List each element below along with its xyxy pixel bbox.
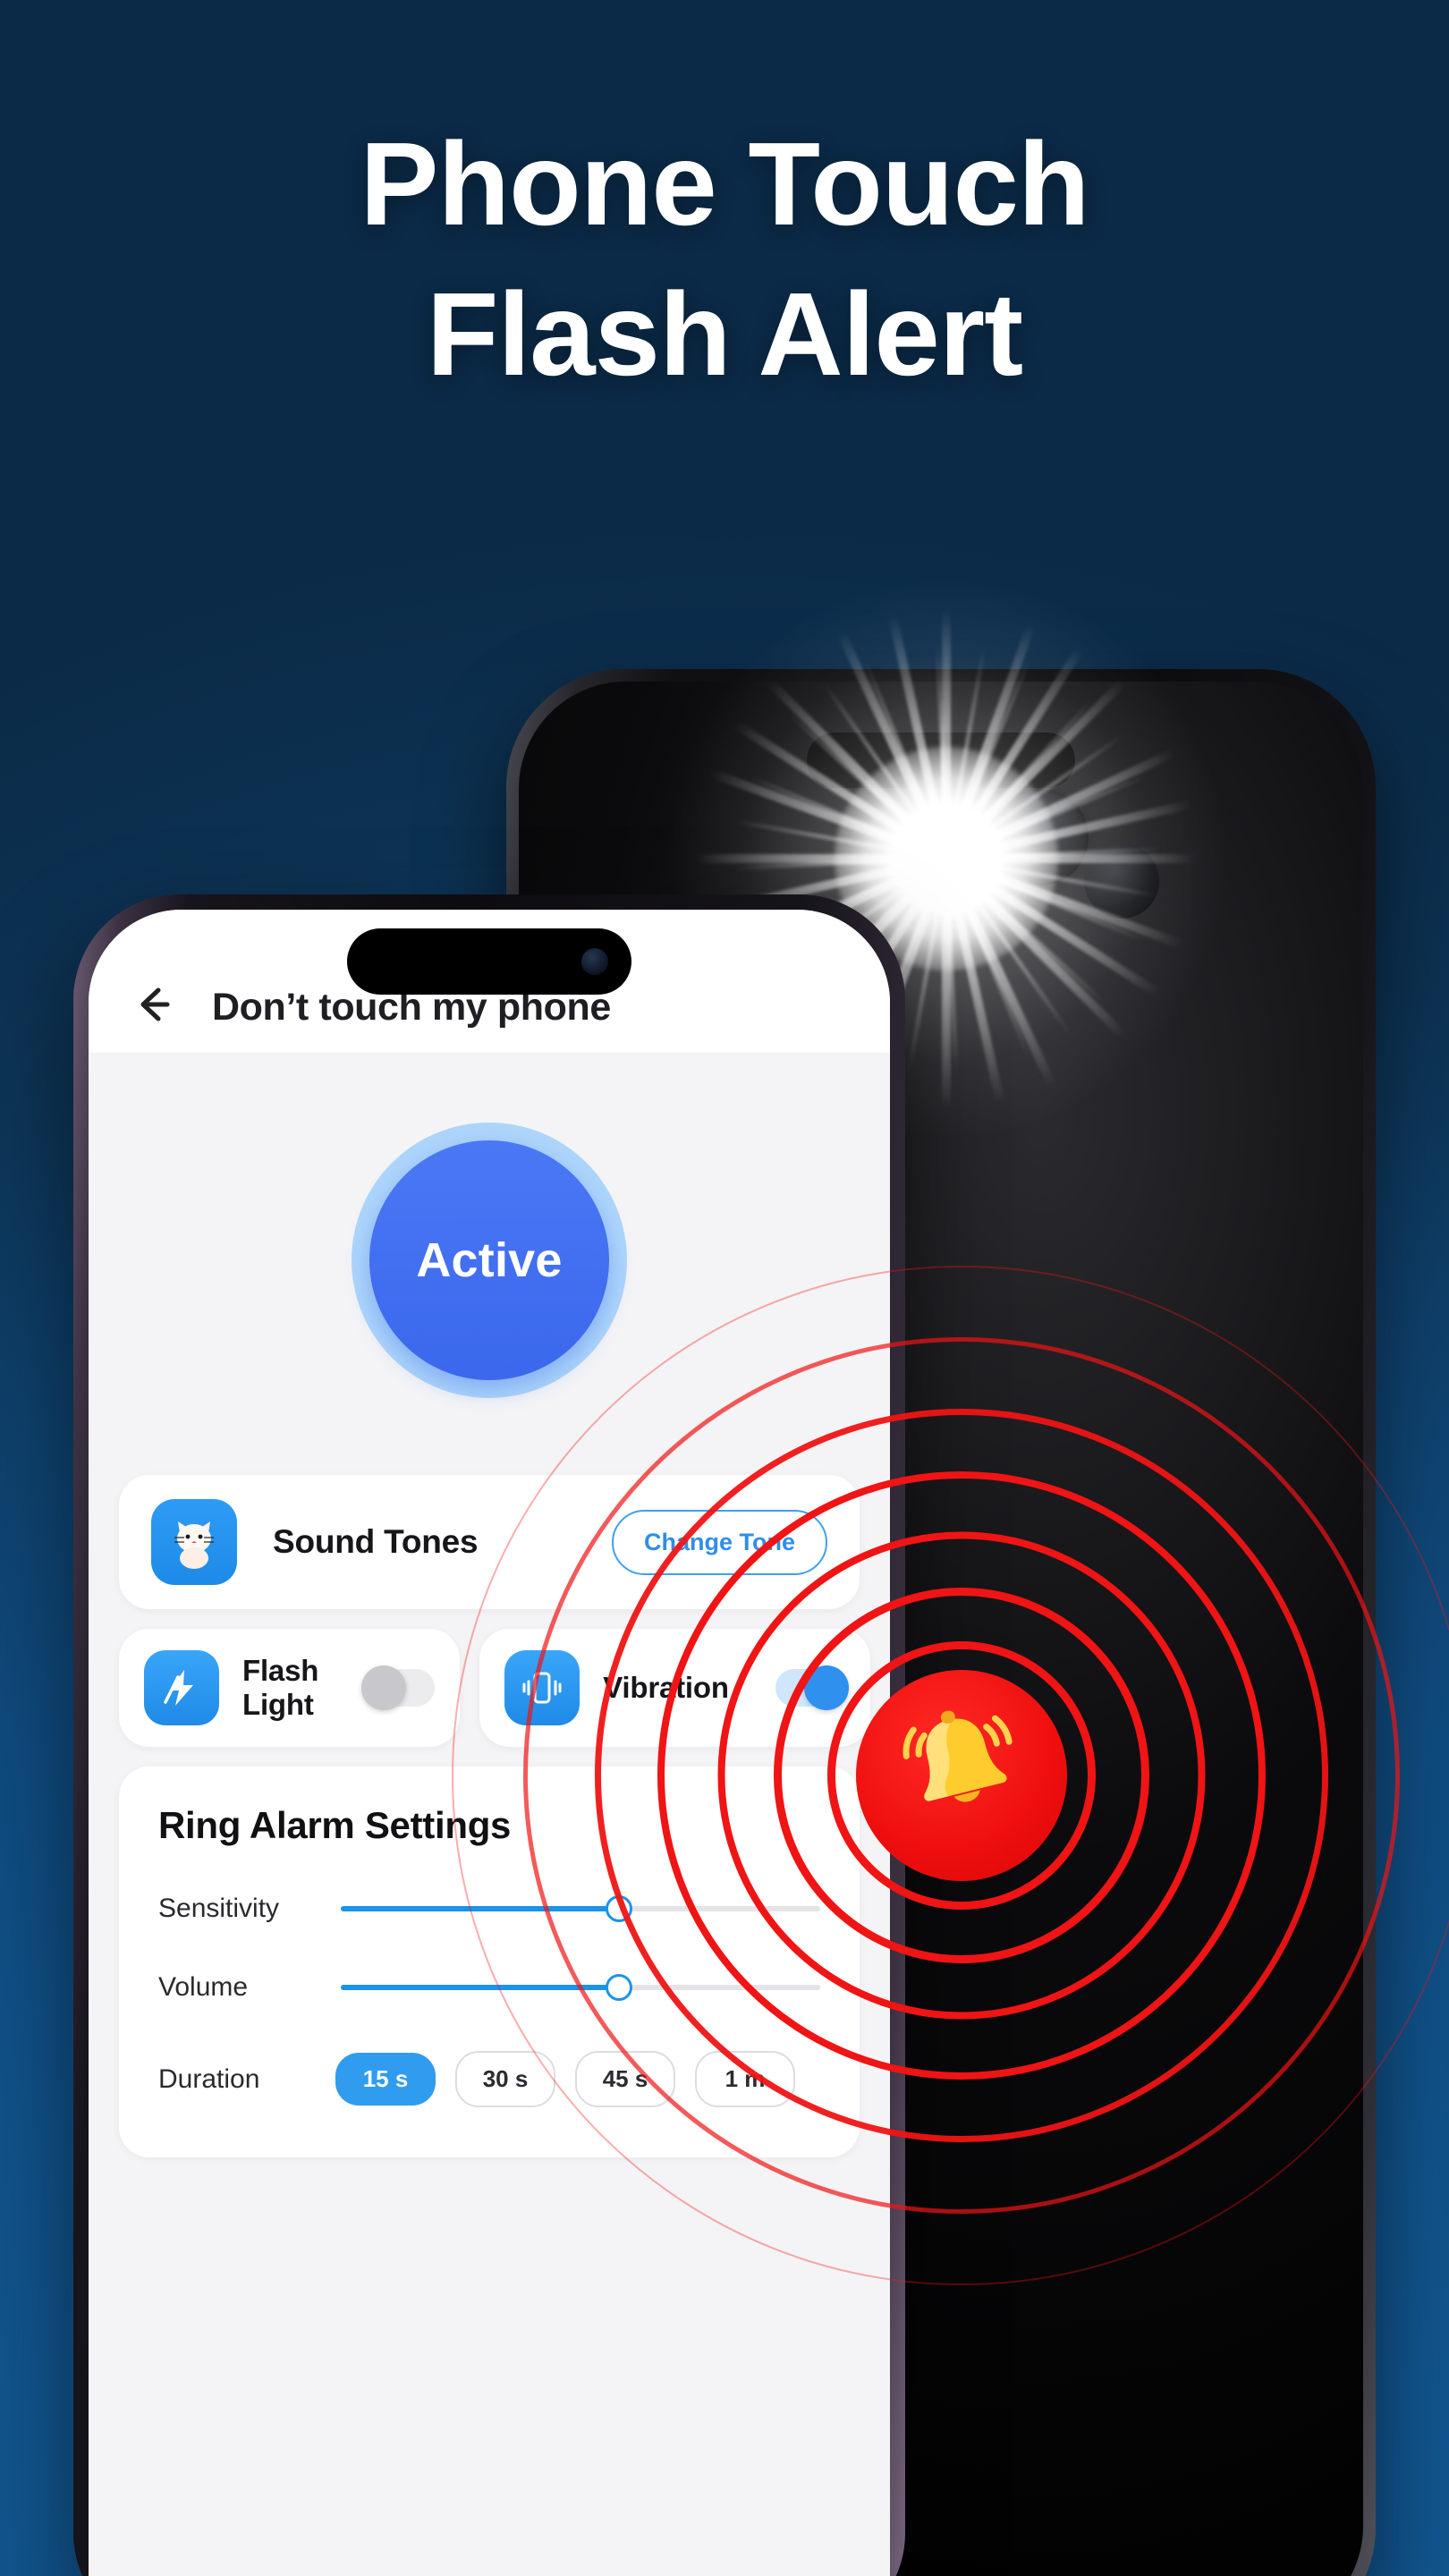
duration-label: Duration xyxy=(158,2063,260,2094)
vibration-icon xyxy=(504,1650,580,1725)
status-button-area: Active xyxy=(89,1053,890,1398)
flash-icon xyxy=(144,1650,219,1725)
slider-thumb[interactable] xyxy=(605,1895,632,1922)
foreground-phone-mockup: Don’t touch my phone Active Sound Tones … xyxy=(73,894,905,2576)
duration-option-15s[interactable]: 15 s xyxy=(335,2053,436,2106)
duration-option-1m[interactable]: 1 m xyxy=(695,2051,795,2107)
slider-fill xyxy=(341,1985,619,1990)
status-button-ring: Active xyxy=(352,1123,627,1398)
slider-fill xyxy=(341,1906,619,1911)
ring-alarm-settings-title: Ring Alarm Settings xyxy=(158,1804,512,1846)
change-tone-button[interactable]: Change Tone xyxy=(611,1509,827,1575)
background-phone-notch xyxy=(807,732,1075,788)
sound-tones-row[interactable]: Sound Tones Change Tone xyxy=(119,1475,860,1609)
sensitivity-slider[interactable] xyxy=(341,1895,820,1922)
duration-row: Duration 15 s 30 s 45 s 1 m xyxy=(158,2051,820,2107)
page-title: Phone Touch Flash Alert xyxy=(0,125,1449,394)
flash-light-toggle[interactable] xyxy=(361,1665,436,1710)
sound-tones-card: Sound Tones Change Tone xyxy=(119,1475,860,1609)
sensitivity-label: Sensitivity xyxy=(158,1894,280,1923)
app-content: Active Sound Tones Change Tone Flash Lig… xyxy=(89,1053,890,2576)
volume-slider-row: Volume xyxy=(158,1972,820,2003)
toggle-knob xyxy=(361,1665,407,1710)
toggle-row-group: Flash Light Vibration xyxy=(119,1629,870,1747)
arrow-left-icon[interactable] xyxy=(128,979,178,1030)
slider-thumb[interactable] xyxy=(605,1974,632,2001)
dynamic-island-notch xyxy=(347,928,631,995)
volume-label: Volume xyxy=(158,1972,249,2002)
status-toggle-button[interactable]: Active xyxy=(369,1140,609,1380)
background-phone-camera-icon xyxy=(991,789,1089,886)
volume-slider[interactable] xyxy=(341,1974,820,2001)
vibration-label: Vibration xyxy=(603,1671,729,1704)
flash-light-card: Flash Light xyxy=(119,1629,461,1747)
cat-icon xyxy=(151,1499,237,1585)
headline-line-2: Flash Alert xyxy=(426,268,1023,400)
vibration-card: Vibration xyxy=(479,1629,870,1747)
duration-option-30s[interactable]: 30 s xyxy=(455,2051,555,2107)
sensitivity-slider-row: Sensitivity xyxy=(158,1894,820,1924)
flash-light-label: Flash Light xyxy=(242,1654,319,1721)
headline-line-1: Phone Touch xyxy=(360,118,1089,250)
ring-alarm-settings-card: Ring Alarm Settings Sensitivity Volume D… xyxy=(119,1767,860,2157)
vibration-toggle[interactable] xyxy=(775,1665,849,1710)
vibration-row[interactable]: Vibration xyxy=(479,1629,870,1747)
background-phone-camera-secondary-icon xyxy=(1084,843,1160,919)
flash-light-row[interactable]: Flash Light xyxy=(119,1629,460,1747)
toggle-knob xyxy=(803,1665,849,1710)
app-screen: Don’t touch my phone Active Sound Tones … xyxy=(89,910,890,2576)
duration-option-45s[interactable]: 45 s xyxy=(575,2051,675,2107)
sound-tones-label: Sound Tones xyxy=(273,1523,479,1560)
front-camera-icon xyxy=(581,948,608,975)
